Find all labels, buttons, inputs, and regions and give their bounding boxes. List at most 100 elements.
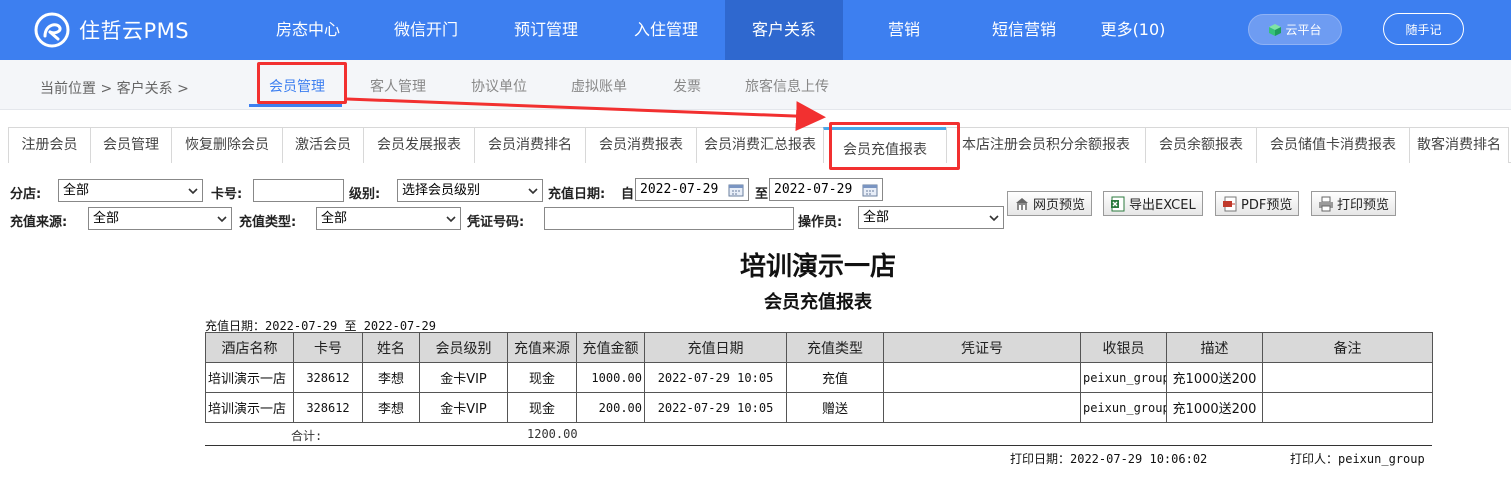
cloud-platform-label: 云平台 (1285, 23, 1322, 37)
report-tab-7[interactable]: 会员消费汇总报表 (696, 127, 824, 163)
report-tab-4[interactable]: 会员发展报表 (363, 127, 475, 163)
quick-note-button[interactable]: 随手记 (1383, 13, 1464, 45)
report-total-row: 合计: 1200.00 (205, 422, 1432, 446)
table-cell: 2022-07-29 10:05 (644, 392, 787, 423)
nav-item-7[interactable]: 更多(10) (1083, 0, 1183, 60)
report-table: 酒店名称 卡号 姓名 会员级别 充值来源 充值金额 充值日期 充值类型 凭证号 收银员 描述 备注 培… (205, 332, 1433, 423)
table-row: 培训演示一店 328612 李想 金卡VIP 现金 1000.00 2022-07-29 1… (205, 362, 1433, 393)
export-excel-button[interactable]: 导出EXCEL (1103, 191, 1203, 216)
date-to-value: 2022-07-29 (774, 182, 853, 197)
level-label: 级别: (349, 187, 381, 202)
cloud-platform-button[interactable]: 云平台 (1248, 14, 1342, 45)
report-tab-9[interactable]: 本店注册会员积分余额报表 (946, 127, 1146, 163)
nav-item-6[interactable]: 短信营销 (965, 0, 1083, 60)
table-cell: 2022-07-29 10:05 (644, 362, 787, 393)
table-cell: 328612 (293, 392, 363, 423)
date-from-input[interactable]: 2022-07-29 (635, 178, 749, 201)
table-cell: 充1000送200 (1166, 392, 1263, 423)
recharge-date-label: 充值日期: (548, 187, 606, 202)
nav-item-3[interactable]: 入住管理 (607, 0, 725, 60)
column-header: 卡号 (293, 332, 363, 363)
subtab-4[interactable]: 发票 (673, 76, 701, 96)
branch-select[interactable]: 全部 (58, 179, 203, 202)
total-label: 合计: (291, 429, 323, 443)
report-table-header: 酒店名称 卡号 姓名 会员级别 充值来源 充值金额 充值日期 充值类型 凭证号 收银员 描述 备注 (205, 332, 1433, 363)
column-header: 会员级别 (419, 332, 508, 363)
subtab-3[interactable]: 虚拟账单 (571, 76, 627, 96)
table-row: 培训演示一店 328612 李想 金卡VIP 现金 200.00 2022-07-29 10… (205, 392, 1433, 423)
print-preview-button[interactable]: 打印预览 (1311, 191, 1397, 216)
print-preview-label: 打印预览 (1337, 198, 1390, 213)
report-tab-3[interactable]: 激活会员 (282, 127, 364, 163)
subtab-1[interactable]: 客人管理 (370, 76, 426, 96)
table-cell (883, 392, 1081, 423)
table-cell: 1000.00 (576, 362, 645, 393)
report-tab-1[interactable]: 会员管理 (90, 127, 172, 163)
table-cell: 200.00 (576, 392, 645, 423)
report-tab-6[interactable]: 会员消费报表 (585, 127, 697, 163)
subtab-2[interactable]: 协议单位 (471, 76, 527, 96)
level-select[interactable]: 选择会员级别 (397, 179, 543, 202)
recharge-type-select[interactable]: 全部 (316, 207, 461, 230)
chevron-down-icon (188, 187, 198, 194)
branch-label: 分店: (10, 187, 42, 202)
column-header: 充值金额 (576, 332, 645, 363)
table-cell: 328612 (293, 362, 363, 393)
logo-icon (34, 12, 70, 48)
calendar-icon[interactable] (728, 183, 744, 197)
highlight-box-member-management (257, 62, 347, 104)
date-from-value: 2022-07-29 (640, 182, 719, 197)
date-from-label: 自 (621, 187, 635, 202)
nav-item-2[interactable]: 预订管理 (485, 0, 607, 60)
excel-icon (1111, 196, 1125, 211)
pdf-icon (1223, 196, 1237, 211)
table-cell (883, 362, 1081, 393)
nav-item-1[interactable]: 微信开门 (367, 0, 485, 60)
report-tab-0[interactable]: 注册会员 (8, 127, 91, 163)
table-cell: peixun_group (1080, 392, 1167, 423)
column-header: 充值日期 (644, 332, 787, 363)
table-cell: 充1000送200 (1166, 362, 1263, 393)
chevron-down-icon (217, 215, 227, 222)
table-cell: 现金 (507, 392, 577, 423)
pdf-preview-button[interactable]: PDF预览 (1215, 191, 1300, 216)
report-tab-5[interactable]: 会员消费排名 (474, 127, 586, 163)
report-subtitle: 会员充值报表 (764, 292, 872, 313)
table-cell: 赠送 (786, 392, 884, 423)
chevron-down-icon (446, 215, 456, 222)
print-date: 打印日期：2022-07-29 10:06:02 (1010, 452, 1208, 466)
report-tab-2[interactable]: 恢复删除会员 (171, 127, 283, 163)
nav-item-5[interactable]: 营销 (843, 0, 965, 60)
nav-item-4[interactable]: 客户关系 (725, 0, 843, 60)
date-to-label: 至 (755, 187, 769, 202)
recharge-source-select[interactable]: 全部 (88, 207, 232, 230)
operator-select[interactable]: 全部 (858, 206, 1004, 229)
chevron-down-icon (528, 187, 538, 194)
breadcrumb: 当前位置 > 客户关系 > (40, 81, 189, 97)
card-input[interactable] (253, 179, 344, 202)
chevron-down-icon (989, 214, 999, 221)
table-cell (1262, 392, 1433, 423)
brand-logo[interactable]: 住哲云PMS (34, 12, 189, 48)
report-table-body: 培训演示一店 328612 李想 金卡VIP 现金 1000.00 2022-07-29 1… (205, 362, 1433, 423)
recharge-type-value: 全部 (321, 211, 348, 226)
report-tab-11[interactable]: 会员储值卡消费报表 (1256, 127, 1410, 163)
date-to-input[interactable]: 2022-07-29 (769, 178, 883, 201)
column-header: 酒店名称 (205, 332, 294, 363)
column-header: 收银员 (1080, 332, 1167, 363)
nav-item-0[interactable]: 房态中心 (249, 0, 367, 60)
report-tab-10[interactable]: 会员余额报表 (1145, 127, 1257, 163)
table-cell: 培训演示一店 (205, 362, 294, 393)
column-header: 备注 (1262, 332, 1433, 363)
subtab-5[interactable]: 旅客信息上传 (745, 76, 829, 96)
table-cell: 金卡VIP (419, 392, 508, 423)
voucher-input[interactable] (544, 207, 794, 230)
calendar-icon[interactable] (862, 183, 878, 197)
operator-label: 操作员: (798, 215, 843, 230)
branch-select-value: 全部 (63, 183, 90, 198)
web-preview-label: 网页预览 (1033, 198, 1086, 213)
report-tab-12[interactable]: 散客消费排名 (1409, 127, 1509, 163)
operator-select-value: 全部 (863, 210, 890, 225)
recharge-source-label: 充值来源: (10, 215, 68, 230)
web-preview-button[interactable]: 网页预览 (1007, 191, 1093, 216)
